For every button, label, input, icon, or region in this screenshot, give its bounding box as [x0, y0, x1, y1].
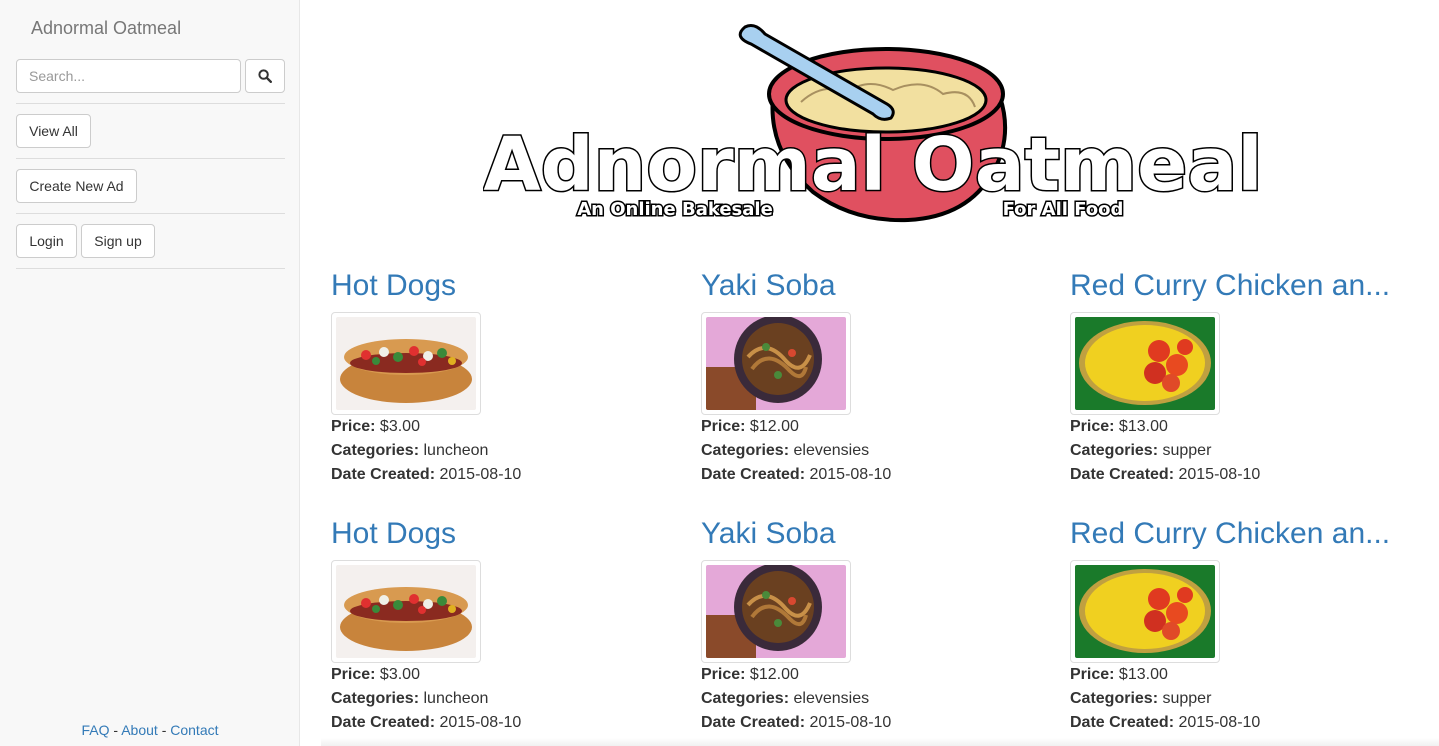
categories-label: Categories: — [701, 442, 790, 459]
login-button[interactable]: Login — [16, 224, 77, 258]
ad-card: Yaki Soba Price: $12.00 Categories: elev… — [701, 269, 1061, 487]
ad-categories: luncheon — [423, 442, 489, 459]
date-created-label: Date Created: — [701, 714, 806, 731]
about-link[interactable]: About — [121, 722, 158, 738]
footer-separator: - — [161, 722, 167, 738]
ad-categories: luncheon — [423, 690, 489, 707]
ad-categories: elevensies — [793, 442, 870, 459]
ad-thumbnail[interactable] — [1070, 560, 1220, 663]
logo-tagline-left: An Online Bakesale — [577, 199, 773, 220]
categories-label: Categories: — [1070, 690, 1159, 707]
scroll-fade — [321, 738, 1439, 746]
date-created-label: Date Created: — [331, 466, 436, 483]
search-button[interactable] — [245, 59, 285, 93]
categories-label: Categories: — [701, 690, 790, 707]
contact-link[interactable]: Contact — [170, 722, 218, 738]
ad-title-link[interactable]: Hot Dogs — [331, 269, 676, 303]
date-created-label: Date Created: — [701, 466, 806, 483]
ad-card: Hot Dogs Price: $3.00 Categories: lunche… — [331, 269, 691, 487]
ad-card: Yaki Soba Price: $12.00 Categories: elev… — [701, 517, 1061, 735]
ad-date: 2015-08-10 — [809, 714, 892, 731]
red-curry-chicken-image — [1075, 565, 1215, 658]
red-curry-chicken-image — [1075, 317, 1215, 410]
ad-categories: supper — [1162, 690, 1212, 707]
logo-title: Adnormal Oatmeal — [483, 122, 1262, 208]
ad-title-link[interactable]: Hot Dogs — [331, 517, 676, 551]
divider — [16, 103, 285, 104]
search-icon — [258, 69, 272, 83]
ad-date: 2015-08-10 — [1178, 466, 1261, 483]
ad-thumbnail[interactable] — [331, 312, 481, 415]
sign-up-button[interactable]: Sign up — [81, 224, 155, 258]
main-content: Adnormal Oatmeal An Online Bakesale For … — [301, 0, 1439, 746]
ad-card: Red Curry Chicken an... Price: $13.00 Ca… — [1070, 517, 1430, 735]
ad-thumbnail[interactable] — [701, 560, 851, 663]
ad-price: $3.00 — [379, 418, 420, 435]
date-created-label: Date Created: — [331, 714, 436, 731]
footer-separator: - — [113, 722, 119, 738]
categories-label: Categories: — [331, 442, 420, 459]
price-label: Price: — [331, 666, 376, 683]
brand-link[interactable]: Adnormal Oatmeal — [31, 18, 181, 39]
oatmeal-bowl-logo: Adnormal Oatmeal An Online Bakesale For … — [483, 24, 1263, 223]
yaki-soba-image — [706, 565, 846, 658]
divider — [16, 268, 285, 269]
ad-title-link[interactable]: Red Curry Chicken an... — [1070, 269, 1415, 303]
search-form — [16, 59, 285, 93]
ad-title-link[interactable]: Yaki Soba — [701, 269, 1046, 303]
ad-price: $13.00 — [1118, 418, 1168, 435]
view-all-button[interactable]: View All — [16, 114, 91, 148]
ad-date: 2015-08-10 — [439, 466, 522, 483]
ad-categories: elevensies — [793, 690, 870, 707]
ad-price: $13.00 — [1118, 666, 1168, 683]
ad-date: 2015-08-10 — [809, 466, 892, 483]
ad-card: Red Curry Chicken an... Price: $13.00 Ca… — [1070, 269, 1430, 487]
price-label: Price: — [701, 418, 746, 435]
ad-title-link[interactable]: Red Curry Chicken an... — [1070, 517, 1415, 551]
ad-title-link[interactable]: Yaki Soba — [701, 517, 1046, 551]
ad-date: 2015-08-10 — [1178, 714, 1261, 731]
faq-link[interactable]: FAQ — [82, 722, 110, 738]
ad-thumbnail[interactable] — [1070, 312, 1220, 415]
create-new-ad-button[interactable]: Create New Ad — [16, 169, 137, 203]
ad-price: $3.00 — [379, 666, 420, 683]
footer-links: FAQ - About - Contact — [0, 722, 300, 738]
price-label: Price: — [701, 666, 746, 683]
logo-tagline-right: For All Food — [1003, 199, 1124, 220]
ad-thumbnail[interactable] — [701, 312, 851, 415]
divider — [16, 158, 285, 159]
ad-thumbnail[interactable] — [331, 560, 481, 663]
hot-dog-image — [336, 317, 476, 410]
price-label: Price: — [331, 418, 376, 435]
sidebar: Adnormal Oatmeal View All Create New Ad … — [0, 0, 300, 746]
ad-price: $12.00 — [749, 418, 799, 435]
date-created-label: Date Created: — [1070, 466, 1175, 483]
price-label: Price: — [1070, 666, 1115, 683]
divider — [16, 213, 285, 214]
ad-price: $12.00 — [749, 666, 799, 683]
ad-card: Hot Dogs Price: $3.00 Categories: lunche… — [331, 517, 691, 735]
yaki-soba-image — [706, 317, 846, 410]
categories-label: Categories: — [1070, 442, 1159, 459]
price-label: Price: — [1070, 418, 1115, 435]
ad-date: 2015-08-10 — [439, 714, 522, 731]
search-input[interactable] — [16, 59, 241, 93]
hot-dog-image — [336, 565, 476, 658]
date-created-label: Date Created: — [1070, 714, 1175, 731]
categories-label: Categories: — [331, 690, 420, 707]
ad-categories: supper — [1162, 442, 1212, 459]
